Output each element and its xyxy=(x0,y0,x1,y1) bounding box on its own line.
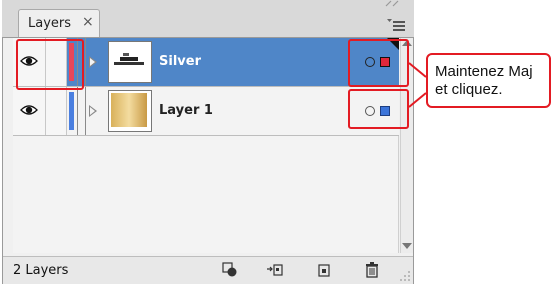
expand-triangle-icon[interactable] xyxy=(89,56,97,68)
column-divider xyxy=(85,38,86,86)
tab-layers[interactable]: Layers × xyxy=(18,9,100,37)
panel-collapse-icon[interactable] xyxy=(384,0,406,10)
create-new-sublayer-button[interactable] xyxy=(266,262,283,278)
trash-icon xyxy=(366,262,378,278)
column-divider xyxy=(85,87,86,135)
annotation-highlight-target-layer-1 xyxy=(348,89,409,129)
clipping-mask-icon xyxy=(222,262,237,277)
scroll-down-arrow-icon[interactable] xyxy=(402,243,412,249)
layer-count: 2 Layers xyxy=(13,263,69,278)
resize-grip-icon[interactable] xyxy=(399,270,411,282)
column-divider xyxy=(77,87,78,135)
callout-text: Maintenez Maj et cliquez. xyxy=(435,63,533,98)
annotation-callout: Maintenez Maj et cliquez. xyxy=(426,53,551,108)
new-sublayer-icon xyxy=(267,264,283,276)
layer-thumbnail xyxy=(108,41,152,83)
layer-color-bar xyxy=(69,92,74,130)
layer-row-layer-1[interactable]: Layer 1 xyxy=(13,87,399,136)
annotation-highlight-visibility-silver xyxy=(16,39,84,90)
annotation-highlight-target-silver xyxy=(348,39,409,87)
new-layer-icon xyxy=(318,264,330,277)
delete-layer-button[interactable] xyxy=(364,262,380,278)
create-new-layer-button[interactable] xyxy=(317,262,333,278)
expand-triangle-icon[interactable] xyxy=(89,105,97,117)
layer-name[interactable]: Layer 1 xyxy=(159,103,213,118)
panel-menu-icon[interactable] xyxy=(384,15,408,37)
eye-icon xyxy=(20,105,38,115)
layer-name[interactable]: Silver xyxy=(159,54,201,69)
visibility-toggle[interactable] xyxy=(13,87,46,135)
tab-label: Layers xyxy=(28,16,72,31)
tab-close-icon[interactable]: × xyxy=(82,14,94,30)
layer-thumbnail xyxy=(108,90,152,132)
make-clipping-mask-button[interactable] xyxy=(222,262,238,278)
lock-toggle[interactable] xyxy=(46,87,67,135)
panel-footer: 2 Layers xyxy=(3,256,413,284)
